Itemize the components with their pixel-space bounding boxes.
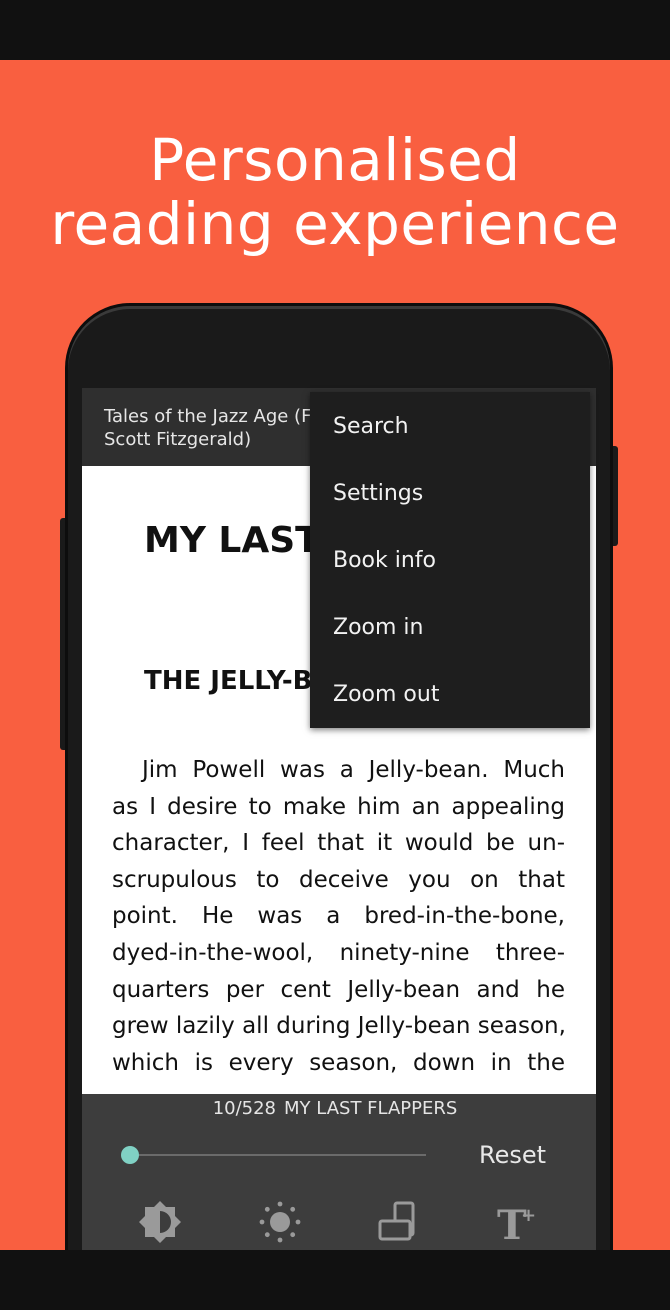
screen-rotation-icon[interactable] bbox=[374, 1198, 422, 1246]
book-title[interactable]: Tales of the Jazz Age (F Scott Fitzgeral… bbox=[104, 405, 334, 451]
promo-headline: Personalised reading experience bbox=[0, 128, 670, 256]
auto-brightness-icon[interactable] bbox=[136, 1198, 184, 1246]
body-line: point. He was a bred-in-the-bone, bbox=[112, 903, 565, 930]
body-line: character, I feel that it would be un- bbox=[112, 830, 565, 857]
body-line: as I desire to make him an appealing bbox=[112, 793, 565, 820]
book-title-line-2: Scott Fitzgerald) bbox=[104, 429, 252, 450]
phone-power-button bbox=[610, 446, 618, 546]
menu-item-zoom-in[interactable]: Zoom in bbox=[310, 593, 590, 660]
brightness-slider-track[interactable] bbox=[126, 1154, 426, 1156]
headline-line-2: reading experience bbox=[50, 190, 620, 258]
page-position: 10/528 bbox=[212, 1098, 277, 1119]
page-info: 10/528 MY LAST FLAPPERS bbox=[82, 1098, 596, 1119]
menu-item-settings[interactable]: Settings bbox=[310, 459, 590, 526]
overflow-menu: Search Settings Book info Zoom in Zoom o… bbox=[310, 392, 590, 728]
brightness-slider-knob[interactable] bbox=[121, 1146, 139, 1164]
reader-toolbar: T + bbox=[82, 1194, 596, 1250]
book-title-line-1: Tales of the Jazz Age (F bbox=[104, 406, 312, 427]
phone-volume-button bbox=[60, 518, 68, 750]
headline-line-1: Personalised bbox=[149, 126, 521, 194]
current-chapter-name: MY LAST FLAPPERS bbox=[284, 1098, 458, 1119]
menu-item-book-info[interactable]: Book info bbox=[310, 526, 590, 593]
bottom-black-bar bbox=[0, 1250, 670, 1310]
body-line: grew lazily all during Jelly-bean season… bbox=[112, 1013, 566, 1040]
body-line: which is every season, down in the bbox=[112, 1049, 565, 1076]
body-text: Jim Powell was a Jelly-bean. Much as I d… bbox=[112, 752, 566, 1081]
chapter-heading: MY LAST bbox=[144, 520, 320, 561]
body-line: Jim Powell was a Jelly-bean. Much bbox=[142, 757, 565, 783]
menu-item-zoom-out[interactable]: Zoom out bbox=[310, 660, 590, 727]
brightness-icon[interactable] bbox=[256, 1198, 304, 1246]
body-line: dyed-in-the-wool, ninety-nine three- bbox=[112, 939, 565, 966]
font-size-icon[interactable]: T + bbox=[492, 1198, 540, 1246]
svg-text:+: + bbox=[521, 1205, 536, 1226]
top-black-bar bbox=[0, 0, 670, 60]
reset-button[interactable]: Reset bbox=[479, 1141, 546, 1169]
menu-item-search[interactable]: Search bbox=[310, 392, 590, 459]
section-heading: THE JELLY-B bbox=[144, 666, 313, 696]
reader-bottom-panel: 10/528 MY LAST FLAPPERS Reset T + bbox=[82, 1094, 596, 1250]
body-line: quarters per cent Jelly-bean and he bbox=[112, 976, 565, 1003]
body-line: scrupulous to deceive you on that bbox=[112, 866, 565, 893]
